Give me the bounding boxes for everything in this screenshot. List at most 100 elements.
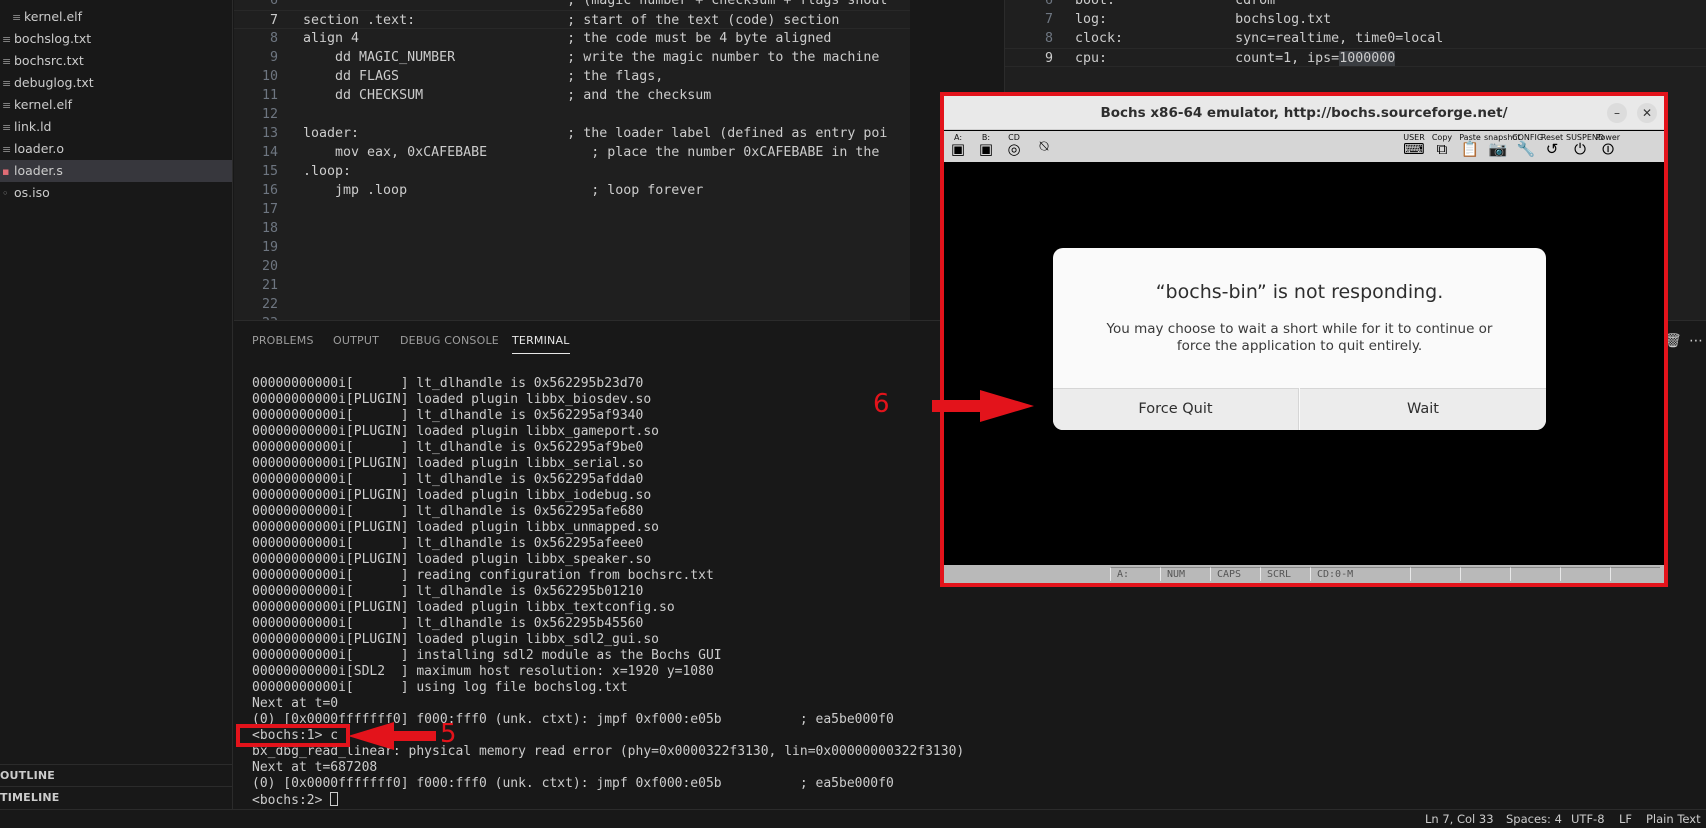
code-text-content: clock: sync=realtime, time0=local bbox=[1075, 31, 1444, 46]
line-number: 8 bbox=[1044, 31, 1053, 46]
line-number: 8 bbox=[269, 31, 278, 46]
explorer-sidebar: ≡ kernel.elf ≡ bochslog.txt ≡ bochsrc.txt ≡ deb… bbox=[0, 0, 233, 809]
text-file-icon: ≡ bbox=[12, 11, 22, 24]
terminal-line: 00000000000i[ ] lt_dlhandle is 0x562295a… bbox=[252, 536, 643, 552]
terminal-line-text: 00000000000i[ ] lt_dlhandle is 0x562295b… bbox=[252, 376, 644, 391]
terminal-line-text: 00000000000i[PLUGIN] loaded plugin libbx… bbox=[252, 632, 659, 647]
code-text-content: mov eax, 0xCAFEBABE ; place the number 0… bbox=[303, 145, 880, 160]
file-item[interactable]: ≡ kernel.elf bbox=[0, 6, 232, 28]
terminal-line-text: 00000000000i[ ] reading configuration fr… bbox=[252, 568, 714, 583]
code-line[interactable]: 19 bbox=[234, 238, 910, 257]
file-name: loader.s bbox=[14, 163, 63, 178]
code-line[interactable]: 9 cpu: count=1, ips=1000000 bbox=[1005, 48, 1706, 67]
code-line[interactable]: 13 loader: ; the loader label (defined as… bbox=[234, 124, 910, 143]
line-number: 19 bbox=[261, 240, 278, 255]
code-text: dd CHECKSUM ; and the checksum bbox=[303, 86, 711, 105]
line-number: 7 bbox=[269, 13, 278, 28]
code-text: section .text: ; start of the text (code… bbox=[303, 11, 839, 30]
code-text: jmp .loop ; loop forever bbox=[303, 181, 703, 200]
file-item[interactable]: ≡ bochslog.txt bbox=[0, 28, 232, 50]
file-item[interactable]: ≡ link.ld bbox=[0, 116, 232, 138]
code-line[interactable]: 10 dd FLAGS ; the flags, bbox=[234, 67, 910, 86]
line-number: 18 bbox=[261, 221, 278, 236]
terminal-line-text: 00000000000i[ ] lt_dlhandle is 0x562295a… bbox=[252, 472, 644, 487]
file-name: bochslog.txt bbox=[14, 31, 92, 46]
line-number: 20 bbox=[261, 259, 278, 274]
arrow-6-head bbox=[980, 390, 1034, 422]
code-text: ; (magic number + checksum + flags shoul bbox=[303, 0, 887, 10]
step-6-label: 6 bbox=[873, 389, 890, 419]
code-text-content: .loop: bbox=[303, 164, 352, 179]
code-line[interactable]: 20 bbox=[234, 257, 910, 276]
file-item[interactable]: ≡ kernel.elf bbox=[0, 94, 232, 116]
code-line[interactable]: 22 bbox=[234, 295, 910, 314]
bochs-highlight-box bbox=[940, 92, 1668, 587]
code-line[interactable]: 21 bbox=[234, 276, 910, 295]
line-number: 7 bbox=[1044, 12, 1053, 27]
outline-section-header[interactable]: OUTLINE bbox=[0, 764, 232, 786]
code-line[interactable]: 6 ; (magic number + checksum + flags sho… bbox=[234, 0, 910, 10]
terminal-line-text: 00000000000i[SDL2 ] maximum host resolut… bbox=[252, 664, 714, 679]
line-number: 22 bbox=[261, 297, 278, 312]
code-line[interactable]: 18 bbox=[234, 219, 910, 238]
terminal-line-text: 00000000000i[PLUGIN] loaded plugin libbx… bbox=[252, 392, 652, 407]
code-line[interactable]: 9 dd MAGIC_NUMBER ; write the magic numb… bbox=[234, 48, 910, 67]
cursor-position[interactable]: Ln 7, Col 33 bbox=[1425, 812, 1494, 826]
command-highlight-box bbox=[236, 724, 350, 747]
terminal-line: 00000000000i[ ] lt_dlhandle is 0x562295b… bbox=[252, 616, 643, 632]
timeline-section-header[interactable]: TIMELINE bbox=[0, 786, 232, 808]
file-item[interactable]: ◦ os.iso bbox=[0, 182, 232, 204]
terminal-line-text: 00000000000i[ ] installing sdl2 module a… bbox=[252, 648, 722, 663]
tab-terminal[interactable]: TERMINAL bbox=[512, 334, 570, 354]
file-item[interactable]: ≡ bochsrc.txt bbox=[0, 50, 232, 72]
status-bar: Ln 7, Col 33 Spaces: 4 UTF-8 LF Plain Te… bbox=[0, 809, 1706, 828]
code-text-content: log: bochslog.txt bbox=[1075, 12, 1332, 27]
code-text: align 4 ; the code must be 4 byte aligne… bbox=[303, 29, 831, 48]
file-name: kernel.elf bbox=[24, 9, 83, 24]
line-number: 6 bbox=[269, 0, 278, 8]
arrow-6-shaft bbox=[932, 400, 984, 412]
code-line[interactable]: 7 section .text: ; start of the text (cod… bbox=[234, 10, 910, 29]
indentation-setting[interactable]: Spaces: 4 bbox=[1506, 812, 1562, 826]
terminal-line: Next at t=0 bbox=[252, 696, 338, 712]
code-line[interactable]: 8 align 4 ; the code must be 4 byte align… bbox=[234, 29, 910, 48]
code-line[interactable]: 16 jmp .loop ; loop forever bbox=[234, 181, 910, 200]
encoding-setting[interactable]: UTF-8 bbox=[1571, 812, 1605, 826]
file-name: os.iso bbox=[14, 185, 50, 200]
tab-problems[interactable]: PROBLEMS bbox=[252, 334, 314, 347]
terminal-line: 00000000000i[ ] lt_dlhandle is 0x562295a… bbox=[252, 408, 643, 424]
tab-output[interactable]: OUTPUT bbox=[333, 334, 379, 347]
terminal-line: 00000000000i[PLUGIN] loaded plugin libbx… bbox=[252, 600, 675, 616]
file-item[interactable]: ≡ loader.o bbox=[0, 138, 232, 160]
terminal-line: <bochs:2> bbox=[252, 792, 339, 808]
outline-label: OUTLINE bbox=[0, 769, 56, 782]
code-line[interactable]: 6 boot: cdrom bbox=[1005, 0, 1706, 10]
code-text-content: dd FLAGS ; the flags, bbox=[303, 69, 664, 84]
terminal-line: 00000000000i[PLUGIN] loaded plugin libbx… bbox=[252, 520, 659, 536]
code-line[interactable]: 17 bbox=[234, 200, 910, 219]
timeline-label: TIMELINE bbox=[0, 791, 60, 804]
code-line[interactable]: 8 clock: sync=realtime, time0=local bbox=[1005, 29, 1706, 48]
code-line[interactable]: 14 mov eax, 0xCAFEBABE ; place the numbe… bbox=[234, 143, 910, 162]
file-item[interactable]: ≡ debuglog.txt bbox=[0, 72, 232, 94]
file-name: kernel.elf bbox=[14, 97, 73, 112]
code-line[interactable]: 7 log: bochslog.txt bbox=[1005, 10, 1706, 29]
code-text: dd FLAGS ; the flags, bbox=[303, 67, 663, 86]
terminal-line-text: Next at t=0 bbox=[252, 696, 339, 711]
tab-debug-console[interactable]: DEBUG CONSOLE bbox=[400, 334, 499, 347]
language-mode[interactable]: Plain Text bbox=[1646, 812, 1701, 826]
code-line[interactable]: 12 bbox=[234, 105, 910, 124]
code-text: boot: cdrom bbox=[1075, 0, 1275, 10]
selected-text: 1000000 bbox=[1339, 51, 1396, 66]
code-line[interactable]: 11 dd CHECKSUM ; and the checksum bbox=[234, 86, 910, 105]
code-line[interactable]: 15 .loop: bbox=[234, 162, 910, 181]
terminal-line-text: 00000000000i[ ] lt_dlhandle is 0x562295b… bbox=[252, 616, 644, 631]
code-text-content: dd MAGIC_NUMBER ; write the magic number… bbox=[303, 50, 880, 65]
code-text-content: boot: cdrom bbox=[1075, 0, 1276, 8]
more-actions-icon[interactable]: ⋯ bbox=[1689, 333, 1703, 349]
file-name: link.ld bbox=[14, 119, 52, 134]
line-number: 21 bbox=[261, 278, 278, 293]
eol-setting[interactable]: LF bbox=[1619, 812, 1632, 826]
loader-s-editor[interactable]: 6 ; (magic number + checksum + flags sho… bbox=[234, 0, 910, 320]
file-item[interactable]: ▪ loader.s bbox=[0, 160, 232, 182]
